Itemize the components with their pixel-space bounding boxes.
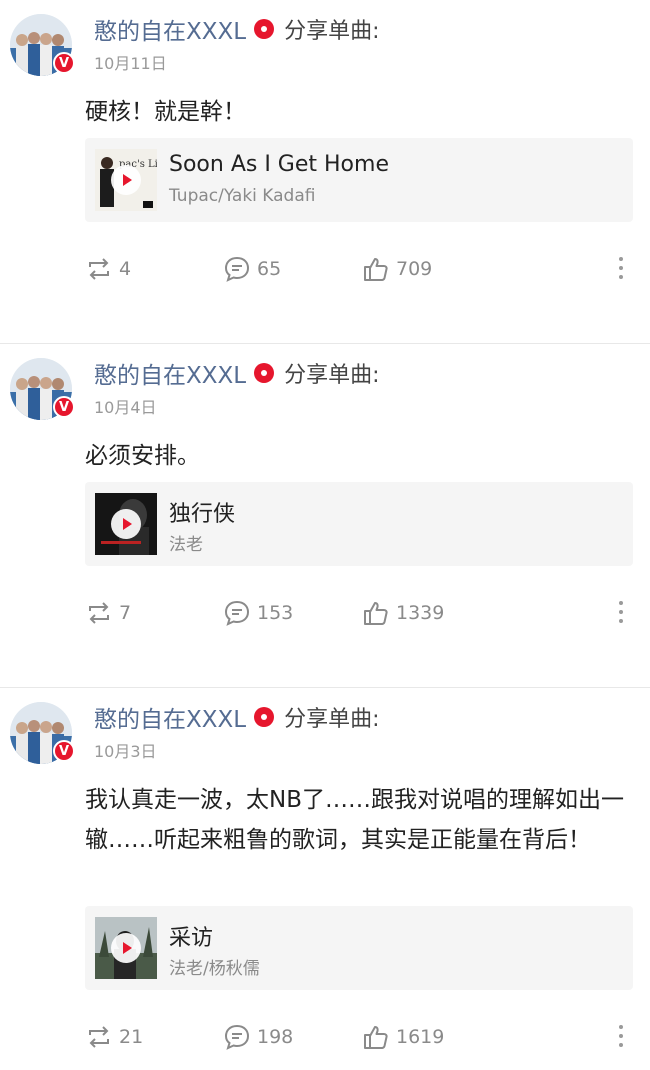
album-cover — [95, 493, 157, 555]
song-artist: 法老/杨秋儒 — [169, 959, 260, 979]
post-actions: 4 65 709 — [0, 252, 650, 286]
comment-button[interactable]: 153 — [223, 596, 293, 630]
like-count: 1619 — [396, 1026, 445, 1048]
song-title: 独行侠 — [169, 502, 236, 527]
post-content: 硬核！就是幹！ — [85, 99, 246, 125]
repost-count: 7 — [119, 602, 132, 624]
thumbs-up-icon — [364, 258, 388, 281]
repost-count: 4 — [119, 258, 132, 280]
play-icon[interactable] — [111, 165, 141, 195]
like-button[interactable]: 1339 — [362, 596, 444, 630]
song-card[interactable]: 独行侠 法老 — [85, 482, 633, 566]
music-icon — [254, 363, 275, 383]
comment-button[interactable]: 65 — [223, 252, 281, 286]
thumbs-up-icon — [364, 602, 388, 625]
feed-post: V 憨的自在XXXL 分享单曲: 10月11日 硬核！就是幹！ pac's Li… — [0, 0, 650, 344]
username[interactable]: 憨的自在XXXL — [94, 12, 246, 46]
play-icon[interactable] — [111, 509, 141, 539]
share-action-text: 分享单曲: — [284, 707, 380, 732]
comment-icon — [224, 256, 250, 282]
verified-badge: V — [53, 396, 75, 418]
post-actions: 7 153 1339 — [0, 596, 650, 630]
thumbs-up-icon — [364, 1026, 388, 1049]
comment-count: 198 — [257, 1026, 294, 1048]
post-date[interactable]: 10月3日 — [94, 738, 157, 762]
play-icon[interactable] — [111, 933, 141, 963]
verified-badge: V — [53, 52, 75, 74]
like-count: 1339 — [396, 602, 445, 624]
username[interactable]: 憨的自在XXXL — [94, 356, 246, 390]
repost-icon — [89, 602, 109, 624]
more-options-icon[interactable] — [615, 1022, 627, 1052]
more-options-icon[interactable] — [615, 598, 627, 628]
comment-icon — [224, 600, 250, 626]
post-content: 我认真走一波，太NB了……跟我对说唱的理解如出一辙……听起来粗鲁的歌词，其实是正… — [85, 787, 624, 853]
share-action-text: 分享单曲: — [284, 19, 380, 44]
comment-button[interactable]: 198 — [223, 1020, 293, 1054]
repost-button[interactable]: 4 — [85, 252, 131, 286]
repost-button[interactable]: 7 — [85, 596, 131, 630]
song-card[interactable]: pac's Life Soon As I Get Home Tupac/Yaki… — [85, 138, 633, 222]
song-title: 采访 — [169, 926, 214, 951]
song-artist: Tupac/Yaki Kadafi — [169, 186, 316, 206]
more-options-icon[interactable] — [615, 254, 627, 284]
song-card[interactable]: 采访 法老/杨秋儒 — [85, 906, 633, 990]
post-content: 必须安排。 — [85, 443, 200, 469]
like-count: 709 — [396, 258, 433, 280]
music-icon — [254, 707, 275, 727]
album-cover: pac's Life — [95, 149, 157, 211]
album-cover — [95, 917, 157, 979]
verified-badge: V — [53, 740, 75, 762]
post-actions: 21 198 1619 — [0, 1020, 650, 1054]
music-icon — [254, 19, 275, 39]
feed-post: V 憨的自在XXXL 分享单曲: 10月4日 必须安排。 独行侠 法老 7 15… — [0, 344, 650, 688]
comment-count: 153 — [257, 602, 294, 624]
comment-count: 65 — [257, 258, 282, 280]
post-date[interactable]: 10月4日 — [94, 394, 157, 418]
like-button[interactable]: 709 — [362, 252, 432, 286]
share-action-text: 分享单曲: — [284, 363, 380, 388]
username[interactable]: 憨的自在XXXL — [94, 700, 246, 734]
post-date[interactable]: 10月11日 — [94, 50, 167, 74]
repost-count: 21 — [119, 1026, 144, 1048]
repost-button[interactable]: 21 — [85, 1020, 143, 1054]
like-button[interactable]: 1619 — [362, 1020, 444, 1054]
repost-icon — [89, 258, 109, 280]
comment-icon — [224, 1024, 250, 1050]
repost-icon — [89, 1026, 109, 1048]
song-title: Soon As I Get Home — [169, 152, 389, 177]
feed-post: V 憨的自在XXXL 分享单曲: 10月3日 我认真走一波，太NB了……跟我对说… — [0, 688, 650, 1070]
song-artist: 法老 — [169, 535, 203, 555]
